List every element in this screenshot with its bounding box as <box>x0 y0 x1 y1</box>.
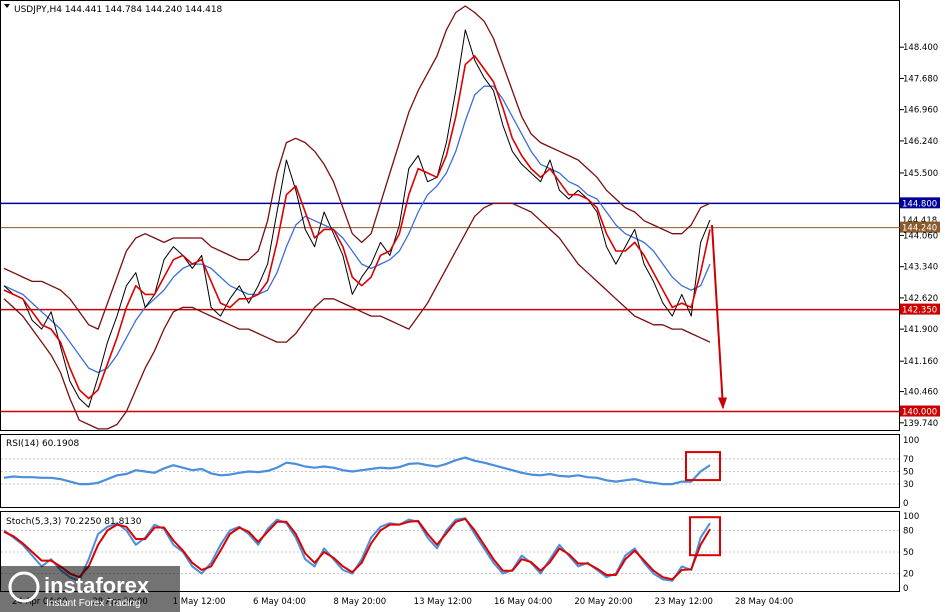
forecast-arrow-head <box>718 397 727 410</box>
stoch-tick-label: 0 <box>903 584 908 594</box>
rsi-layer <box>1 451 900 486</box>
price-tick-label: 139.740 <box>903 419 938 429</box>
price-tick-label: 147.680 <box>903 74 938 84</box>
rsi-tick-label: 100 <box>903 436 919 446</box>
time-tick-label: 8 May 20:00 <box>333 597 386 607</box>
time-tick-label: 16 May 04:00 <box>494 597 552 607</box>
price-tick-label: 143.340 <box>903 263 938 273</box>
rsi-tick-label: 30 <box>903 480 914 490</box>
logo-subtext: Instant Forex Trading <box>46 598 141 609</box>
stoch-header: Stoch(5,3,3) 70.2250 81.8130 <box>6 517 142 527</box>
time-tick-label: 20 May 20:00 <box>574 597 632 607</box>
level-label: 140.000 <box>902 408 937 418</box>
stoch-tick-label: 50 <box>903 548 914 558</box>
price-tick-label: 146.240 <box>903 137 938 147</box>
time-tick-label: 6 May 04:00 <box>253 597 306 607</box>
price-tick-label: 140.460 <box>903 388 938 398</box>
time-tick-label: 23 May 12:00 <box>655 597 713 607</box>
price-tick-label: 145.500 <box>903 169 938 179</box>
time-tick-label: 1 May 12:00 <box>173 597 226 607</box>
price-tick-label: 148.400 <box>903 43 938 53</box>
logo-text: instaforex <box>44 573 150 598</box>
price-tick-label: 141.900 <box>903 325 938 335</box>
chart-canvas: 144.800144.418144.240142.350140.000148.4… <box>0 0 940 612</box>
rsi-tick-label: 70 <box>903 455 914 465</box>
level-label: 142.350 <box>902 306 937 316</box>
time-tick-label: 28 May 04:00 <box>735 597 793 607</box>
price-tick-label: 141.160 <box>903 357 938 367</box>
rsi-highlight-box <box>685 451 721 482</box>
price-header: USDJPY,H4 144.441 144.784 144.240 144.41… <box>14 5 223 15</box>
rsi-header: RSI(14) 60.1908 <box>6 439 79 449</box>
price-tick-label: 144.060 <box>903 231 938 241</box>
stoch-tick-label: 20 <box>903 570 914 580</box>
price-line <box>3 29 711 408</box>
axis-layer: 144.800144.418144.240142.350140.000148.4… <box>12 43 940 607</box>
rsi-tick-label: 50 <box>903 468 914 478</box>
rsi-tick-label: 0 <box>903 499 908 509</box>
time-tick-label: 13 May 12:00 <box>414 597 472 607</box>
price-tick-label: 146.960 <box>903 106 938 116</box>
stoch-tick-label: 80 <box>903 526 914 536</box>
price-layer <box>1 5 900 430</box>
price-panel-border <box>0 0 900 431</box>
instaforex-logo: instaforex Instant Forex Trading <box>0 566 180 612</box>
level-label: 144.800 <box>902 199 937 209</box>
price-tick-label: 142.620 <box>903 294 938 304</box>
collapse-arrow-icon[interactable] <box>4 4 10 8</box>
rsi-line <box>3 456 711 486</box>
stoch-tick-label: 100 <box>903 512 919 522</box>
forecast-arrow-line <box>711 224 724 408</box>
